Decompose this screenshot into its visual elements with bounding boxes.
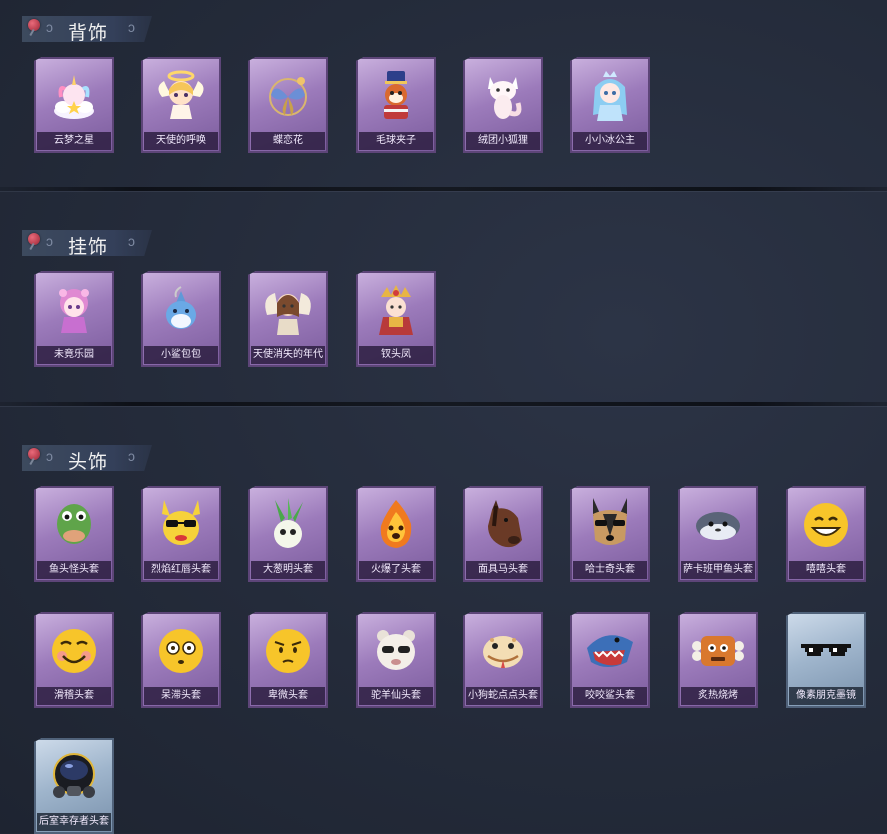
item-card[interactable]: 哈士奇头套 [570,486,650,582]
item-card[interactable]: 嘻嘻头套 [786,486,866,582]
item-name: 嘻嘻头套 [789,561,863,579]
item-card[interactable]: 驼羊仙头套 [356,612,436,708]
husky-sunglasses-icon [580,494,640,556]
grin-emoji-icon [796,494,856,556]
dazed-emoji-icon [151,620,211,682]
item-card[interactable]: 毛球夹子 [356,57,436,153]
ice-princess-icon [580,65,640,127]
swirl-left-icon: ↄ [46,19,53,35]
snake-icon [473,620,533,682]
butterfly-flower-icon [258,65,318,127]
fire-spirit-icon [366,494,426,556]
item-name: 大葱明头套 [251,561,325,579]
item-card[interactable]: 火爆了头套 [356,486,436,582]
item-name: 炙热烧烤 [681,687,755,705]
scallion-icon [258,494,318,556]
item-card[interactable]: 呆滞头套 [141,612,221,708]
item-card[interactable]: 鱼头怪头套 [34,486,114,582]
pink-girl-icon [44,279,104,341]
pin-icon [28,19,40,31]
item-name: 云梦之星 [37,132,111,150]
section-header-pendant: ↄ 挂饰 ↄ [22,230,152,256]
item-name: 天使消失的年代 [251,346,325,364]
humble-emoji-icon [258,620,318,682]
swirl-right-icon: ↄ [128,233,135,249]
pixel-sunglasses-icon [796,620,856,682]
item-name: 毛球夹子 [359,132,433,150]
item-card[interactable]: 后室幸存者头套 [34,738,114,834]
item-card[interactable]: 像素朋克墨镜 [786,612,866,708]
swirl-right-icon: ↄ [128,19,135,35]
section-header-headwear: ↄ 头饰 ↄ [22,445,152,471]
shark-head-icon [580,620,640,682]
angel-girl-icon [258,279,318,341]
item-name: 像素朋克墨镜 [789,687,863,705]
item-name: 后室幸存者头套 [37,813,111,831]
item-name: 未竟乐园 [37,346,111,364]
angel-doll-icon [151,65,211,127]
shark-bag-icon [151,279,211,341]
item-card[interactable]: 炙热烧烤 [678,612,758,708]
fish-head-icon [44,494,104,556]
bbq-meat-icon [688,620,748,682]
item-card[interactable]: 绒团小狐狸 [463,57,543,153]
item-card[interactable]: 天使消失的年代 [248,271,328,367]
pin-icon [28,448,40,460]
phoenix-crown-icon [366,279,426,341]
item-name: 钗头凤 [359,346,433,364]
item-name: 鱼头怪头套 [37,561,111,579]
swirl-left-icon: ↄ [46,233,53,249]
white-fox-icon [473,65,533,127]
swirl-left-icon: ↄ [46,448,53,464]
item-name: 小小冰公主 [573,132,647,150]
item-card[interactable]: 小鲨包包 [141,271,221,367]
item-card[interactable]: 卑微头套 [248,612,328,708]
item-name: 绒团小狐狸 [466,132,540,150]
raccoon-soldier-icon [366,65,426,127]
item-card[interactable]: 钗头凤 [356,271,436,367]
item-name: 驼羊仙头套 [359,687,433,705]
horse-head-icon [473,494,533,556]
item-name: 蝶恋花 [251,132,325,150]
section-title: 背饰 [68,22,109,44]
item-name: 哈士奇头套 [573,561,647,579]
section-title: 挂饰 [68,236,109,258]
item-card[interactable]: 咬咬鲨头套 [570,612,650,708]
section-title: 头饰 [68,451,109,473]
section-header-back-accessory: ↄ 背饰 ↄ [22,16,152,42]
item-name: 小鲨包包 [144,346,218,364]
item-card[interactable]: 大葱明头套 [248,486,328,582]
item-card[interactable]: 云梦之星 [34,57,114,153]
item-card[interactable]: 烈焰红唇头套 [141,486,221,582]
item-name: 卑微头套 [251,687,325,705]
item-name: 面具马头套 [466,561,540,579]
item-card[interactable]: 天使的呼唤 [141,57,221,153]
swirl-right-icon: ↄ [128,448,135,464]
item-card[interactable]: 小狗蛇点点头套 [463,612,543,708]
alpaca-sunglasses-icon [366,620,426,682]
unicorn-cloud-icon [44,65,104,127]
item-name: 烈焰红唇头套 [144,561,218,579]
pikachu-sunglasses-icon [151,494,211,556]
gas-mask-helmet-icon [44,746,104,808]
item-name: 天使的呼唤 [144,132,218,150]
item-card[interactable]: 面具马头套 [463,486,543,582]
funny-emoji-icon [44,620,104,682]
item-card[interactable]: 萨卡班甲鱼头套 [678,486,758,582]
sacabambaspis-icon [688,494,748,556]
section-divider [0,402,887,406]
item-name: 滑稽头套 [37,687,111,705]
item-name: 呆滞头套 [144,687,218,705]
item-name: 萨卡班甲鱼头套 [681,561,755,579]
item-name: 小狗蛇点点头套 [466,687,540,705]
section-divider [0,187,887,191]
item-card[interactable]: 未竟乐园 [34,271,114,367]
item-card[interactable]: 滑稽头套 [34,612,114,708]
item-card[interactable]: 蝶恋花 [248,57,328,153]
pin-icon [28,233,40,245]
item-card[interactable]: 小小冰公主 [570,57,650,153]
item-name: 火爆了头套 [359,561,433,579]
item-name: 咬咬鲨头套 [573,687,647,705]
